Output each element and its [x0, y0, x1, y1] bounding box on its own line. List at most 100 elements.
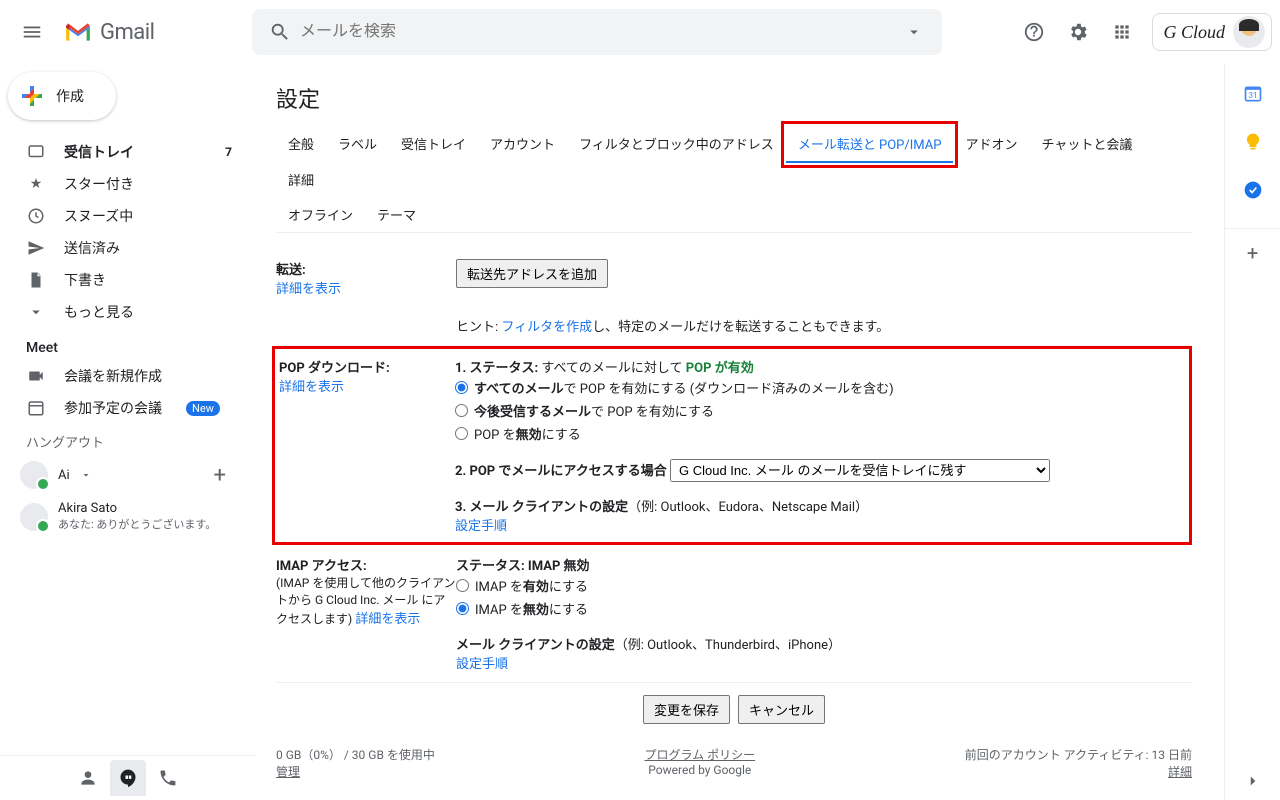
search-options-button[interactable]: [894, 23, 934, 41]
nav-inbox[interactable]: 受信トレイ 7: [0, 136, 244, 168]
file-icon: [26, 271, 46, 289]
tab-filters[interactable]: フィルタとブロック中のアドレス: [567, 126, 786, 162]
tab-accounts[interactable]: アカウント: [478, 126, 567, 162]
pop-instructions-link[interactable]: 設定手順: [455, 519, 507, 534]
forwarding-hint: ヒント: フィルタを作成し、特定のメールだけを転送することもできます。: [456, 316, 1192, 335]
tab-general[interactable]: 全般: [276, 126, 326, 162]
nav-label: 下書き: [64, 270, 106, 290]
add-hangout-button[interactable]: +: [214, 463, 244, 488]
imap-option-enable[interactable]: IMAP を有効にする: [456, 574, 1192, 597]
imap-section: IMAP アクセス: (IMAP を使用して他のクライアントから G Cloud…: [276, 545, 1192, 683]
meet-section-title: Meet: [0, 328, 256, 360]
hangouts-icon: [118, 768, 138, 788]
tab-themes[interactable]: テーマ: [365, 197, 428, 232]
pop-action-dropdown[interactable]: G Cloud Inc. メール のメールを受信トレイに残す: [670, 459, 1050, 482]
nav-more[interactable]: もっと見る: [0, 296, 244, 328]
meet-scheduled[interactable]: 参加予定の会議 New: [0, 392, 244, 424]
add-forwarding-address-button[interactable]: 転送先アドレスを追加: [456, 259, 608, 288]
caret-down-icon: [905, 23, 923, 41]
apps-button[interactable]: [1102, 12, 1142, 52]
tasks-icon: [1243, 180, 1263, 200]
phone-tab[interactable]: [150, 760, 186, 796]
pop-status-label: 1. ステータス:: [455, 361, 538, 376]
avatar: [1233, 16, 1265, 48]
calendar-addon[interactable]: 31: [1235, 76, 1271, 112]
inbox-icon: [26, 143, 46, 161]
avatar: [20, 503, 48, 531]
pop-option-disable[interactable]: POP を無効にする: [455, 422, 1181, 445]
tab-forwarding-pop-imap[interactable]: メール転送と POP/IMAP: [786, 126, 954, 163]
imap-status-label: ステータス:: [456, 559, 525, 574]
svg-text:31: 31: [1248, 91, 1257, 101]
pop-option-new[interactable]: 今後受信するメールで POP を有効にする: [455, 399, 1181, 422]
pop-option-all[interactable]: すべてのメールで POP を有効にする (ダウンロード済みのメールを含む): [455, 376, 1181, 399]
pop-radio-disable[interactable]: [455, 427, 468, 440]
logo[interactable]: Gmail: [64, 20, 244, 45]
imap-instructions-link[interactable]: 設定手順: [456, 657, 508, 672]
pop-learn-more[interactable]: 詳細を表示: [279, 380, 344, 395]
account-switcher[interactable]: G Cloud: [1152, 13, 1272, 51]
calendar-icon: 31: [1243, 84, 1263, 104]
tab-advanced[interactable]: 詳細: [276, 162, 326, 197]
tab-labels[interactable]: ラベル: [326, 126, 389, 162]
save-button[interactable]: 変更を保存: [643, 695, 730, 724]
account-name: G Cloud: [1163, 22, 1225, 43]
nav-label: 会議を新規作成: [64, 366, 162, 386]
nav-label: 受信トレイ: [64, 142, 134, 162]
tab-chat[interactable]: チャットと会議: [1029, 126, 1144, 162]
get-addons-button[interactable]: +: [1225, 228, 1280, 265]
pop-radio-new[interactable]: [455, 404, 468, 417]
pop-access-label: 2. POP でメールにアクセスする場合: [455, 464, 667, 479]
imap-status-value: IMAP 無効: [528, 559, 590, 574]
collapse-side-panel[interactable]: [1244, 772, 1262, 790]
meet-new[interactable]: 会議を新規作成: [0, 360, 244, 392]
settings-button[interactable]: [1058, 12, 1098, 52]
help-button[interactable]: [1014, 12, 1054, 52]
manage-storage-link[interactable]: 管理: [276, 765, 300, 779]
pop-label: POP ダウンロード:: [279, 357, 455, 376]
contact-last-message: あなた: ありがとうございます。: [58, 516, 216, 532]
contacts-tab[interactable]: [70, 760, 106, 796]
imap-learn-more[interactable]: 詳細を表示: [355, 612, 420, 627]
person-icon: [78, 768, 98, 788]
imap-option-disable[interactable]: IMAP を無効にする: [456, 597, 1192, 620]
program-policy-link[interactable]: プログラム ポリシー: [644, 748, 755, 762]
nav-label: スター付き: [64, 174, 134, 194]
cancel-button[interactable]: キャンセル: [738, 695, 825, 724]
video-icon: [26, 367, 46, 385]
hangout-self[interactable]: Ai +: [0, 455, 256, 495]
compose-button[interactable]: 作成: [8, 72, 116, 120]
compose-label: 作成: [56, 86, 84, 106]
storage-usage: 0 GB（0%） / 30 GB を使用中: [276, 746, 435, 763]
create-filter-link[interactable]: フィルタを作成: [501, 320, 592, 335]
search-input[interactable]: [300, 23, 894, 41]
nav-drafts[interactable]: 下書き: [0, 264, 244, 296]
activity-details-link[interactable]: 詳細: [1168, 765, 1192, 779]
main-menu-button[interactable]: [8, 8, 56, 56]
tab-addons[interactable]: アドオン: [953, 126, 1029, 162]
help-icon: [1023, 21, 1045, 43]
last-activity: 前回のアカウント アクティビティ: 13 日前: [965, 746, 1192, 763]
imap-radio-disable[interactable]: [456, 602, 469, 615]
main-content: 設定 全般 ラベル 受信トレイ アカウント フィルタとブロック中のアドレス メー…: [256, 64, 1224, 800]
nav-sent[interactable]: 送信済み: [0, 232, 244, 264]
nav-starred[interactable]: ★ スター付き: [0, 168, 244, 200]
imap-radio-enable[interactable]: [456, 579, 469, 592]
tasks-addon[interactable]: [1235, 172, 1271, 208]
chevron-right-icon: [1244, 772, 1262, 790]
keep-addon[interactable]: [1235, 124, 1271, 160]
hangouts-title: ハングアウト: [0, 424, 256, 455]
hangout-contact[interactable]: Akira Sato あなた: ありがとうございます。: [0, 495, 256, 538]
hangouts-tab[interactable]: [110, 760, 146, 796]
nav-snoozed[interactable]: スヌーズ中: [0, 200, 244, 232]
phone-icon: [158, 768, 178, 788]
search-bar[interactable]: [252, 9, 942, 55]
page-title: 設定: [276, 82, 1192, 114]
pop-radio-all[interactable]: [455, 381, 468, 394]
avatar: [20, 461, 48, 489]
nav-label: もっと見る: [64, 302, 134, 322]
forwarding-learn-more[interactable]: 詳細を表示: [276, 282, 341, 297]
apps-grid-icon: [1112, 22, 1132, 42]
tab-offline[interactable]: オフライン: [276, 197, 365, 232]
tab-inbox[interactable]: 受信トレイ: [389, 126, 478, 162]
